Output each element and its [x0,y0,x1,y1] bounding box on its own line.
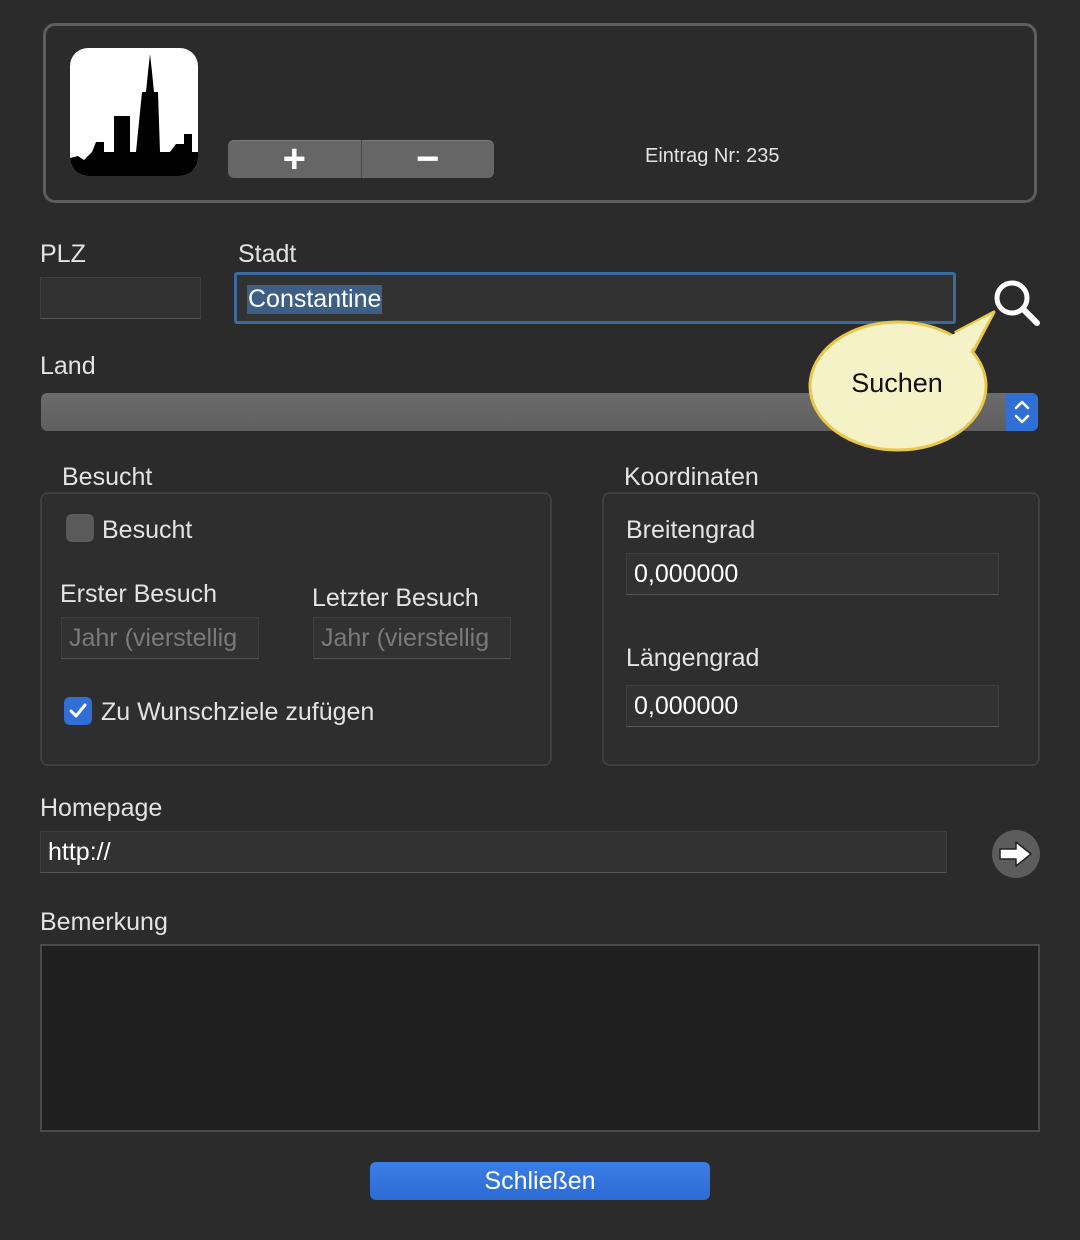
latitude-input[interactable]: 0,000000 [626,553,999,595]
add-remove-segmented-control: + − [228,139,495,179]
first-visit-input[interactable]: Jahr (vierstellig [61,617,259,659]
first-visit-placeholder: Jahr (vierstellig [69,623,238,652]
notes-label: Bemerkung [40,908,168,936]
plz-label: PLZ [40,240,86,268]
open-homepage-button[interactable] [992,830,1040,878]
wishlist-checkbox-label: Zu Wunschziele zufügen [101,698,375,726]
remove-button[interactable]: − [360,139,495,179]
notes-textarea[interactable] [40,944,1040,1132]
visited-group-title: Besucht [62,463,153,491]
last-visit-label: Letzter Besuch [312,584,479,612]
arrow-right-icon [999,841,1032,867]
visited-checkbox[interactable] [66,514,94,542]
stadt-input-value: Constantine [247,284,383,314]
stadt-label: Stadt [238,240,297,268]
coordinates-group-title: Koordinaten [624,463,759,491]
wishlist-checkbox[interactable] [64,697,92,725]
entry-number-label: Eintrag Nr: 235 [645,145,780,167]
longitude-label: Längengrad [626,644,760,672]
latitude-label: Breitengrad [626,516,756,544]
plz-input[interactable] [40,277,201,319]
first-visit-label: Erster Besuch [60,580,218,608]
homepage-input[interactable]: http:// [40,831,947,873]
homepage-label: Homepage [40,794,163,822]
city-skyline-icon [70,54,198,176]
tooltip-text: Suchen [851,368,943,398]
checkmark-icon [69,703,87,718]
longitude-input[interactable]: 0,000000 [626,685,999,727]
visited-checkbox-label: Besucht [102,516,193,544]
last-visit-placeholder: Jahr (vierstellig [321,623,490,652]
land-label: Land [40,352,96,380]
last-visit-input[interactable]: Jahr (vierstellig [313,617,511,659]
add-button[interactable]: + [228,139,361,179]
city-skyline-image[interactable] [70,48,198,176]
close-button[interactable]: Schließen [370,1162,710,1200]
